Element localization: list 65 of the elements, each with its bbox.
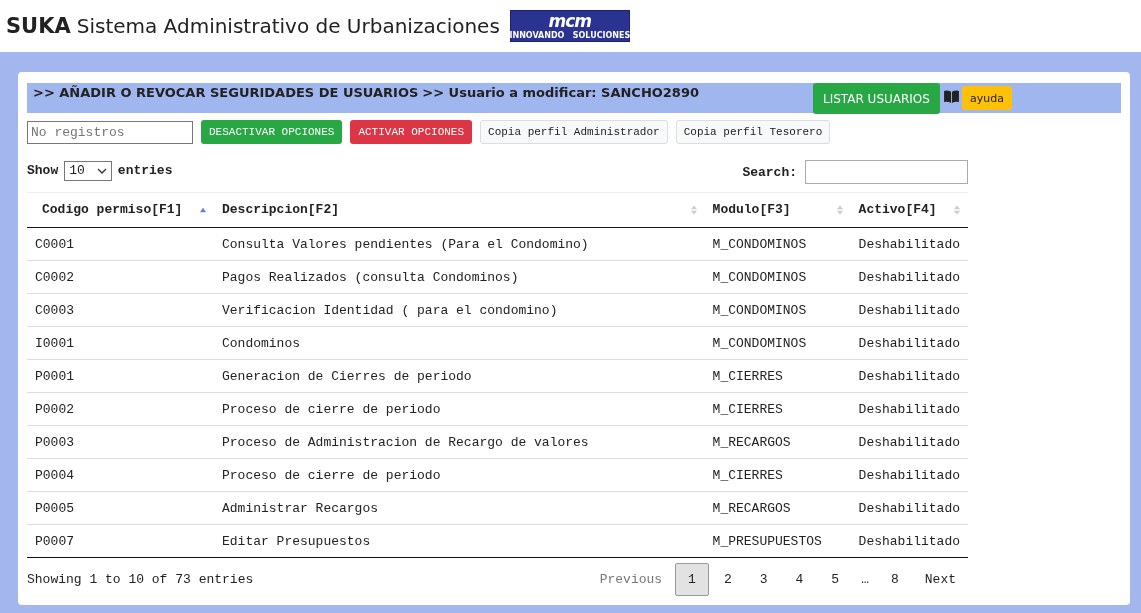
search-label: Search: <box>742 164 797 180</box>
table-cell: M_CIERRES <box>704 458 851 492</box>
table-cell: Deshabilitado <box>850 425 968 459</box>
table-cell: Deshabilitado <box>850 326 968 360</box>
brand-name: SUKA <box>6 14 71 38</box>
table-cell: M_CIERRES <box>704 392 851 426</box>
table-cell: P0007 <box>27 524 214 558</box>
table-cell: M_PRESUPUESTOS <box>704 524 851 558</box>
table-cell: Proceso de cierre de periodo <box>214 392 705 426</box>
table-cell: P0005 <box>27 491 214 525</box>
table-cell: Pagos Realizados (consulta Condominos) <box>214 260 705 294</box>
table-cell: Consulta Valores pendientes (Para el Condomino) <box>214 227 705 261</box>
column-header[interactable]: Modulo[F3] <box>704 192 851 228</box>
table-cell: Condominos <box>214 326 705 360</box>
table-cell: Proceso de Administracion de Recargo de valores <box>214 425 705 459</box>
table-cell: Deshabilitado <box>850 227 968 261</box>
entries-select[interactable]: 10 <box>64 160 112 181</box>
table-cell: M_RECARGOS <box>704 425 851 459</box>
table-cell: P0002 <box>27 392 214 426</box>
toolbar-button[interactable]: Copia perfil Tesorero <box>675 120 831 144</box>
company-logo: mcm INNOVANDO SOLUCIONES <box>509 10 630 42</box>
table-cell: Deshabilitado <box>850 260 968 294</box>
table-cell: Verificacion Identidad ( para el condomino) <box>214 293 705 327</box>
toolbar-button[interactable]: Copia perfil Administrador <box>480 120 668 144</box>
table-cell: Editar Presupuestos <box>214 524 705 558</box>
table-cell: M_RECARGOS <box>704 491 851 525</box>
table-cell: Deshabilitado <box>850 524 968 558</box>
table-cell: C0003 <box>27 293 214 327</box>
section-title: >> AÑADIR O REVOCAR SEGURIDADES DE USUARIOS <box>33 85 419 100</box>
table-cell: Deshabilitado <box>850 359 968 393</box>
next-link[interactable]: Next <box>912 564 968 595</box>
app-title: Sistema Administrativo de Urbanizaciones <box>76 14 500 38</box>
page-link[interactable]: 1 <box>675 563 709 596</box>
toolbar-button[interactable]: ACTIVAR OPCIONES <box>350 120 473 144</box>
table-cell: Proceso de cierre de periodo <box>214 458 705 492</box>
column-header[interactable]: Codigo permiso[F1] <box>27 192 214 228</box>
table-cell: C0001 <box>27 227 214 261</box>
table-cell: P0004 <box>27 458 214 492</box>
table-cell: Deshabilitado <box>850 392 968 426</box>
table-cell: Administrar Recargos <box>214 491 705 525</box>
table-cell: I0001 <box>27 326 214 360</box>
entries-label: entries <box>117 163 173 178</box>
search-field[interactable] <box>805 160 968 184</box>
table-cell: M_CONDOMINOS <box>704 260 851 294</box>
help-button[interactable]: ayuda <box>961 86 1012 110</box>
table-cell: M_CONDOMINOS <box>704 227 851 261</box>
table-cell: M_CONDOMINOS <box>704 326 851 360</box>
table-cell: M_CIERRES <box>704 359 851 393</box>
column-header[interactable]: Descripcion[F2] <box>214 192 705 228</box>
table-cell: Generacion de Cierres de periodo <box>214 359 705 393</box>
table-cell: P0001 <box>27 359 214 393</box>
show-label: Show <box>27 163 59 178</box>
user-label: >> Usuario a modificar: SANCHO2890 <box>422 85 699 100</box>
table-cell: Deshabilitado <box>850 491 968 525</box>
table-cell: Deshabilitado <box>850 458 968 492</box>
column-header[interactable]: Activo[F4] <box>850 192 968 228</box>
ellipsis: … <box>860 571 870 589</box>
table-cell: C0002 <box>27 260 214 294</box>
table-cell: Deshabilitado <box>850 293 968 327</box>
table-cell: P0003 <box>27 425 214 459</box>
caret-icon <box>96 167 107 174</box>
entries-info: Showing 1 to 10 of 73 entries <box>27 572 254 587</box>
records-input[interactable]: No registros <box>27 120 193 144</box>
table-cell: M_CONDOMINOS <box>704 293 851 327</box>
book-icon[interactable] <box>943 90 959 103</box>
